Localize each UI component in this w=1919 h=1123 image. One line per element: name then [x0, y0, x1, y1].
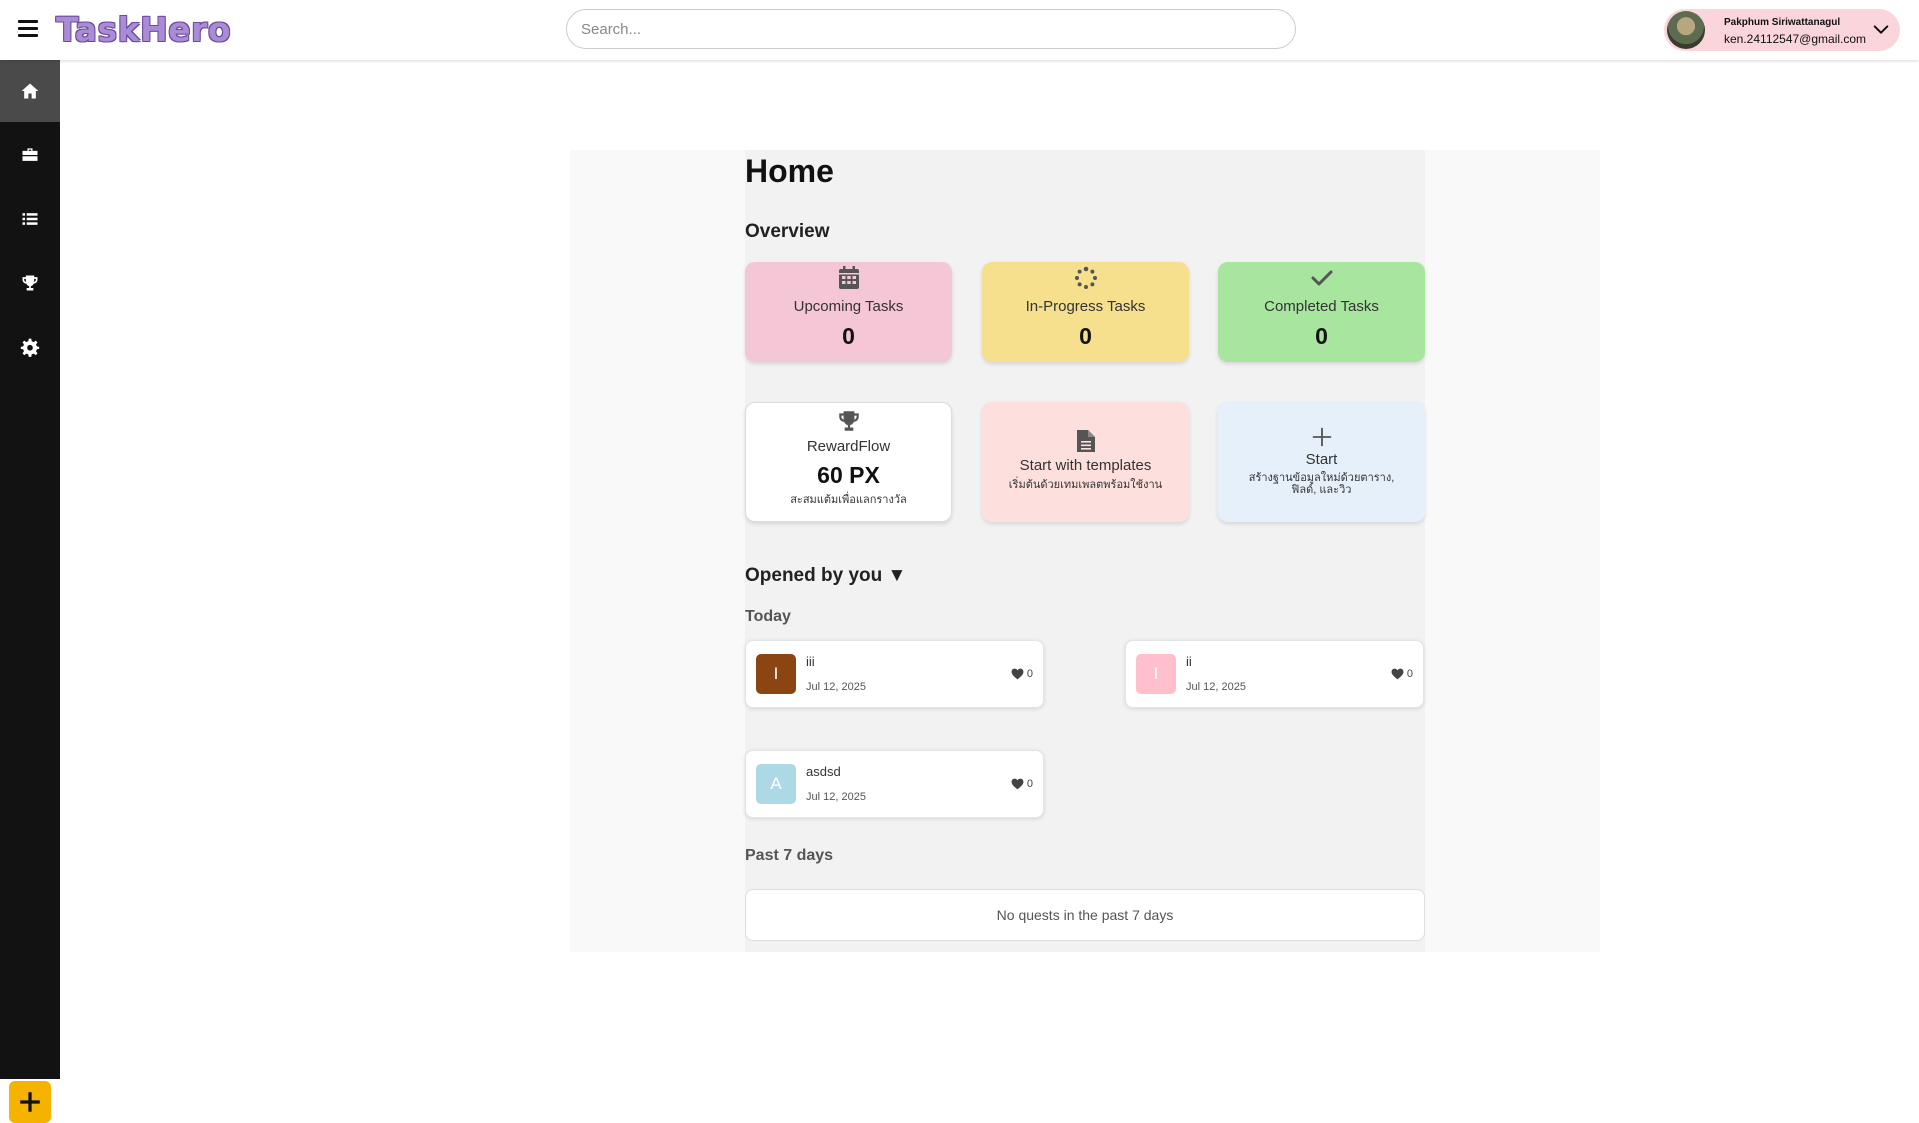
hamburger-menu-icon[interactable] [18, 20, 38, 40]
sidebar-item-list[interactable] [0, 188, 60, 250]
stat-count: 0 [1315, 323, 1328, 349]
in-progress-tasks-card[interactable]: In-Progress Tasks 0 [982, 262, 1189, 362]
plus-icon [1312, 427, 1331, 447]
upcoming-tasks-card[interactable]: Upcoming Tasks 0 [745, 262, 952, 362]
document-icon [1076, 430, 1095, 452]
quest-likes[interactable]: 0 [1011, 778, 1033, 790]
briefcase-icon [22, 148, 38, 161]
quest-name: asdsd [806, 764, 841, 779]
rewardflow-title: RewardFlow [806, 438, 891, 455]
heart-icon [1011, 668, 1024, 680]
quest-likes-count: 0 [1026, 778, 1033, 790]
quest-likes[interactable]: 0 [1011, 668, 1033, 680]
quest-date: Jul 12, 2025 [806, 791, 866, 803]
stat-label: Completed Tasks [1264, 298, 1379, 315]
start-subtitle: สร้างฐานข้อมูลใหม่ด้วยตาราง, ฟิลด์, และว… [1248, 472, 1395, 496]
sidebar-item-briefcase[interactable] [0, 124, 60, 186]
heart-icon [1011, 778, 1024, 790]
quest-date: Jul 12, 2025 [1186, 681, 1246, 693]
user-menu[interactable]: Pakphum Siriwattanagul ken.24112547@gmai… [1664, 9, 1900, 51]
stat-count: 0 [1079, 323, 1092, 349]
top-bar: TaskHero Pakphum Siriwattanagul ken.2411… [0, 0, 1919, 60]
plus-icon [20, 1092, 40, 1112]
heart-icon [1391, 668, 1404, 680]
avatar [1667, 11, 1705, 49]
user-email: ken.24112547@gmail.com [1724, 32, 1867, 46]
trophy-icon [22, 275, 38, 291]
check-icon [1311, 270, 1332, 286]
quest-name: ii [1186, 654, 1192, 669]
page-title: Home [745, 153, 834, 189]
templates-title: Start with templates [1019, 457, 1152, 474]
app-logo[interactable]: TaskHero [56, 10, 231, 49]
stat-count: 0 [842, 323, 855, 349]
user-name: Pakphum Siriwattanagul [1724, 17, 1841, 28]
sidebar [0, 60, 60, 1123]
quest-name: iii [806, 654, 815, 669]
spinner-icon [1074, 266, 1097, 289]
gear-icon [20, 338, 40, 357]
sidebar-item-settings[interactable] [0, 316, 60, 378]
search-input[interactable] [566, 9, 1296, 49]
past-7-days-heading: Past 7 days [745, 847, 834, 864]
opened-by-you-toggle[interactable]: Opened by you ▼ [745, 565, 906, 587]
quest-date: Jul 12, 2025 [806, 681, 866, 693]
chevron-down-icon [1873, 25, 1889, 34]
sidebar-item-trophy[interactable] [0, 252, 60, 314]
quest-likes[interactable]: 0 [1391, 668, 1413, 680]
add-button[interactable] [9, 1081, 51, 1123]
quest-avatar: A [756, 764, 796, 804]
overview-heading: Overview [745, 221, 830, 242]
list-icon [22, 213, 38, 225]
calendar-icon [838, 266, 859, 289]
templates-subtitle: เริ่มต้นด้วยเทมเพลตพร้อมใช้งาน [1008, 479, 1163, 491]
quest-likes-count: 0 [1406, 668, 1413, 680]
quest-card[interactable]: A asdsd Jul 12, 2025 0 [745, 750, 1044, 818]
rewardflow-card[interactable]: RewardFlow 60 PX สะสมแต้มเพื่อแลกรางวัล [745, 402, 952, 522]
start-card[interactable]: Start สร้างฐานข้อมูลใหม่ด้วยตาราง, ฟิลด์… [1218, 402, 1425, 522]
quest-avatar: I [1136, 654, 1176, 694]
rewardflow-subtitle: สะสมแต้มเพื่อแลกรางวัล [790, 494, 907, 506]
quest-likes-count: 0 [1026, 668, 1033, 680]
home-icon [21, 83, 39, 99]
stat-label: Upcoming Tasks [793, 298, 904, 315]
start-title: Start [1305, 451, 1338, 468]
stat-label: In-Progress Tasks [1025, 298, 1146, 315]
sidebar-item-home[interactable] [0, 60, 60, 122]
completed-tasks-card[interactable]: Completed Tasks 0 [1218, 262, 1425, 362]
empty-state-message: No quests in the past 7 days [745, 889, 1425, 941]
start-with-templates-card[interactable]: Start with templates เริ่มต้นด้วยเทมเพลต… [982, 402, 1189, 522]
quest-card[interactable]: I iii Jul 12, 2025 0 [745, 640, 1044, 708]
trophy-icon [838, 411, 859, 431]
rewardflow-points: 60 PX [817, 462, 880, 488]
quest-avatar: I [756, 654, 796, 694]
today-heading: Today [745, 608, 791, 625]
quest-card[interactable]: I ii Jul 12, 2025 0 [1125, 640, 1424, 708]
